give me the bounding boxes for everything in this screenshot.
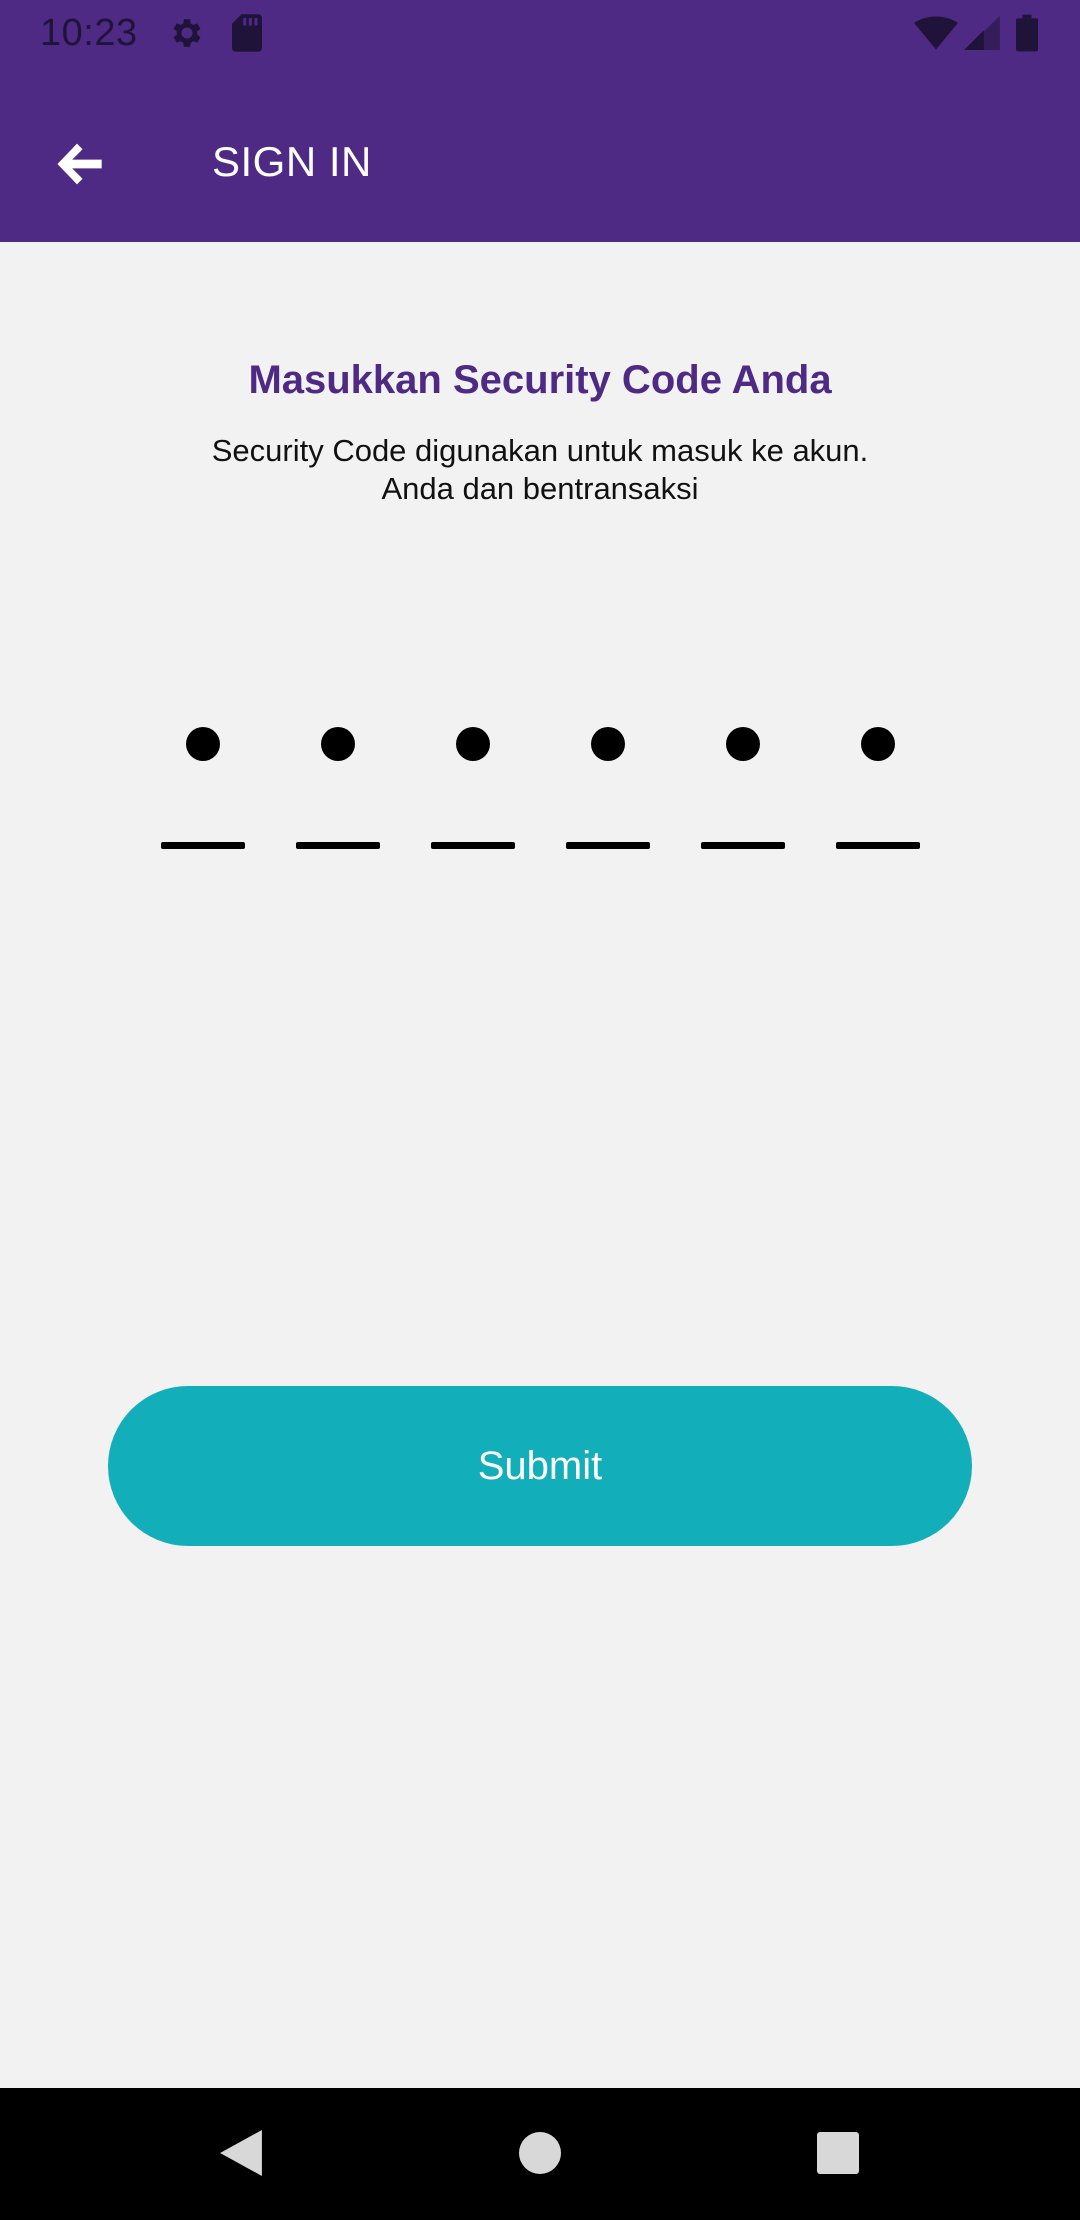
security-code-heading: Masukkan Security Code Anda	[248, 358, 832, 402]
wifi-icon	[914, 16, 958, 55]
masked-digit-dot	[591, 727, 625, 761]
cell-signal-icon	[964, 16, 1000, 55]
security-code-input[interactable]	[161, 712, 921, 852]
sd-card-icon	[232, 14, 262, 57]
code-digit-2[interactable]	[296, 712, 380, 852]
nav-home-button[interactable]	[505, 2120, 575, 2190]
submit-button[interactable]: Submit	[108, 1386, 972, 1546]
code-digit-1[interactable]	[161, 712, 245, 852]
gear-icon	[168, 14, 206, 57]
arrow-left-icon	[54, 138, 106, 195]
nav-recents-button[interactable]	[803, 2120, 873, 2190]
digit-underline	[161, 842, 245, 849]
digit-underline	[701, 842, 785, 849]
nav-recents-icon	[817, 2131, 859, 2179]
masked-digit-dot	[861, 727, 895, 761]
masked-digit-dot	[321, 727, 355, 761]
app-bar: SIGN IN	[0, 66, 1080, 242]
status-time: 10:23	[40, 12, 138, 54]
digit-underline	[431, 842, 515, 849]
masked-digit-dot	[186, 727, 220, 761]
nav-back-icon	[220, 2129, 262, 2181]
security-code-description: Security Code digunakan untuk masuk ke a…	[140, 432, 940, 508]
code-digit-5[interactable]	[701, 712, 785, 852]
code-digit-4[interactable]	[566, 712, 650, 852]
masked-digit-dot	[726, 727, 760, 761]
status-bar: 10:23	[0, 0, 1080, 66]
digit-underline	[836, 842, 920, 849]
back-button[interactable]	[40, 126, 120, 206]
digit-underline	[296, 842, 380, 849]
code-digit-6[interactable]	[836, 712, 920, 852]
battery-icon	[1016, 14, 1038, 57]
digit-underline	[566, 842, 650, 849]
description-line-1: Security Code digunakan untuk masuk ke a…	[211, 433, 869, 468]
page-title: SIGN IN	[212, 138, 372, 185]
nav-home-icon	[519, 2131, 561, 2179]
nav-back-button[interactable]	[206, 2120, 276, 2190]
code-digit-3[interactable]	[431, 712, 515, 852]
masked-digit-dot	[456, 727, 490, 761]
description-line-2: Anda dan bentransaksi	[381, 471, 699, 506]
system-navigation-bar	[0, 2088, 1080, 2220]
